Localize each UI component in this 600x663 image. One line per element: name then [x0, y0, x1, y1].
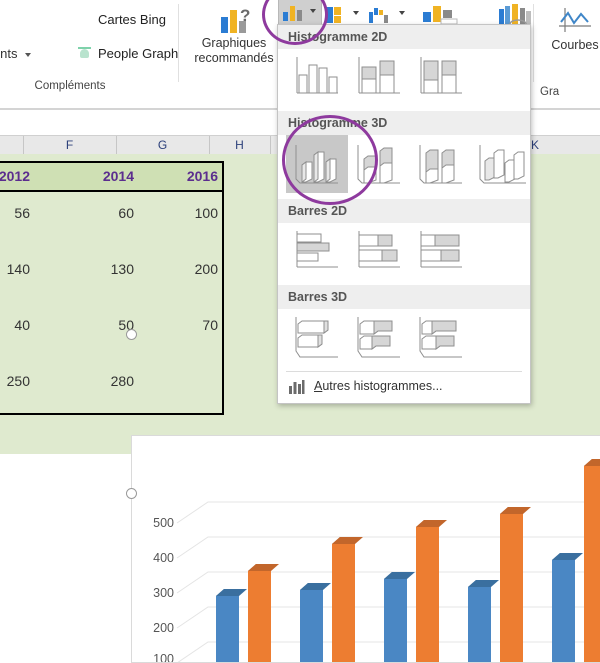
column-header-cell[interactable] — [0, 136, 24, 155]
3d-100-stacked-bar-icon — [419, 317, 462, 358]
3d-stacked-bar-icon — [357, 317, 400, 358]
bar-group-2 — [300, 537, 363, 662]
3d-column-icon — [479, 145, 526, 184]
recommended-charts-label-line1: Graphiques — [201, 36, 267, 50]
chart-resize-handle-middle-left[interactable] — [126, 488, 137, 499]
group-separator — [533, 4, 534, 82]
courbes-button[interactable]: Courbes — [540, 2, 600, 72]
group-label-addins: Compléments — [34, 80, 106, 92]
gallery-item-clustered-column[interactable] — [286, 49, 348, 105]
gallery-item-stacked-bar[interactable] — [348, 223, 410, 279]
table-cell[interactable]: 40 — [0, 314, 30, 336]
svg-text:?: ? — [240, 6, 250, 25]
column-header-f[interactable]: F — [23, 136, 117, 155]
gallery-item-3d-column[interactable] — [472, 135, 534, 193]
bar-group-3 — [384, 520, 447, 662]
data-table: 2012 2014 2016 56 60 100 140 130 200 40 … — [0, 161, 224, 415]
table-cell[interactable]: 280 — [58, 370, 134, 392]
chart-object[interactable]: 500 400 300 200 100 — [131, 435, 600, 663]
group-label-charts: Gra — [540, 86, 560, 98]
stacked-bar-icon — [358, 231, 400, 268]
gallery-divider — [286, 371, 522, 372]
table-cell[interactable]: 60 — [58, 202, 134, 224]
line-chart-icon — [559, 8, 591, 32]
clustered-bar-icon — [296, 231, 338, 268]
gallery-item-stacked-column[interactable] — [348, 49, 410, 105]
combo-chart-icon — [423, 6, 458, 25]
hierarchy-chart-button[interactable] — [322, 2, 364, 26]
table-cell[interactable]: 200 — [150, 258, 218, 280]
bar-series1-4 — [468, 580, 499, 662]
bar-series2-1 — [248, 564, 279, 662]
svg-text:400: 400 — [153, 551, 174, 565]
gallery-row-barres-2d — [278, 223, 530, 279]
svg-text:500: 500 — [153, 516, 174, 530]
100-stacked-bar-icon — [420, 231, 462, 268]
combo-chart-button[interactable] — [420, 2, 464, 26]
bar-group-5 — [552, 459, 600, 662]
bar-series2-3 — [416, 520, 447, 662]
clustered-column-icon — [296, 57, 338, 94]
chevron-down-icon — [25, 53, 31, 57]
waterfall-chart-button[interactable] — [366, 2, 408, 26]
svg-text:100: 100 — [153, 652, 174, 662]
gallery-item-3d-100-stacked-column[interactable] — [410, 135, 472, 193]
more-charts-label: utres histogrammes... — [322, 379, 443, 393]
bar-series2-5 — [584, 459, 600, 662]
100-stacked-column-icon — [420, 57, 462, 94]
addins-dropdown-label: léments — [0, 46, 18, 61]
gallery-item-3d-clustered-bar[interactable] — [286, 309, 348, 367]
chevron-down-icon — [353, 11, 359, 15]
3d-clustered-bar-icon — [295, 317, 338, 358]
table-cell[interactable]: 56 — [0, 202, 30, 224]
gallery-item-100-stacked-bar[interactable] — [410, 223, 472, 279]
bar-series2-4 — [500, 507, 531, 662]
chart-type-gallery: Histogramme 2D Histogramme 3D Barres 2D … — [277, 24, 531, 404]
table-header-cell[interactable]: 2012 — [0, 163, 30, 189]
recommended-charts-label-line2: recommandés — [194, 51, 274, 65]
chart-canvas: 500 400 300 200 100 — [153, 459, 600, 662]
ribbon-item-label: Cartes Bing — [98, 12, 166, 27]
addins-dropdown[interactable]: léments — [0, 44, 58, 66]
annotation-circle-3d-column — [282, 115, 378, 205]
courbes-label: Courbes — [551, 38, 599, 52]
gallery-item-clustered-bar[interactable] — [286, 223, 348, 279]
table-header-cell[interactable]: 2014 — [58, 163, 134, 189]
bar-series1-3 — [384, 572, 415, 662]
svg-text:200: 200 — [153, 621, 174, 635]
3d-100-stacked-column-icon — [419, 145, 462, 184]
chevron-down-icon — [399, 11, 405, 15]
gallery-item-3d-100-stacked-bar[interactable] — [410, 309, 472, 367]
ribbon-item-label: People Graph — [98, 46, 179, 61]
column-header-g[interactable]: G — [116, 136, 210, 155]
table-cell[interactable]: 50 — [58, 314, 134, 336]
bar-group-4 — [468, 507, 531, 662]
gallery-section-title: Barres 3D — [278, 285, 530, 309]
table-cell[interactable]: 130 — [58, 258, 134, 280]
gallery-row-barres-3d — [278, 309, 530, 367]
bar-series1-1 — [216, 589, 247, 662]
waterfall-chart-icon — [369, 8, 388, 23]
table-cell[interactable]: 70 — [150, 314, 218, 336]
table-cell[interactable]: 250 — [0, 370, 30, 392]
group-separator — [178, 4, 179, 82]
gallery-row-histogramme-2d — [278, 49, 530, 105]
bar-series2-2 — [332, 537, 363, 662]
gallery-item-3d-stacked-bar[interactable] — [348, 309, 410, 367]
stacked-column-icon — [358, 57, 400, 94]
column-header-h[interactable]: H — [209, 136, 271, 155]
table-cell[interactable]: 140 — [0, 258, 30, 280]
y-axis-ticks: 500 400 300 200 100 — [153, 516, 174, 662]
recommended-charts-icon: ? — [221, 6, 250, 33]
bar-group-1 — [216, 564, 279, 662]
more-charts-icon — [289, 380, 305, 394]
gallery-more-charts-item[interactable]: Autres histogrammes... — [278, 373, 530, 402]
table-header-cell[interactable]: 2016 — [150, 163, 218, 189]
svg-text:300: 300 — [153, 586, 174, 600]
bar-series1-2 — [300, 583, 331, 662]
chart-resize-handle-top-left[interactable] — [126, 329, 137, 340]
gallery-item-100-stacked-column[interactable] — [410, 49, 472, 105]
table-cell[interactable]: 100 — [150, 202, 218, 224]
